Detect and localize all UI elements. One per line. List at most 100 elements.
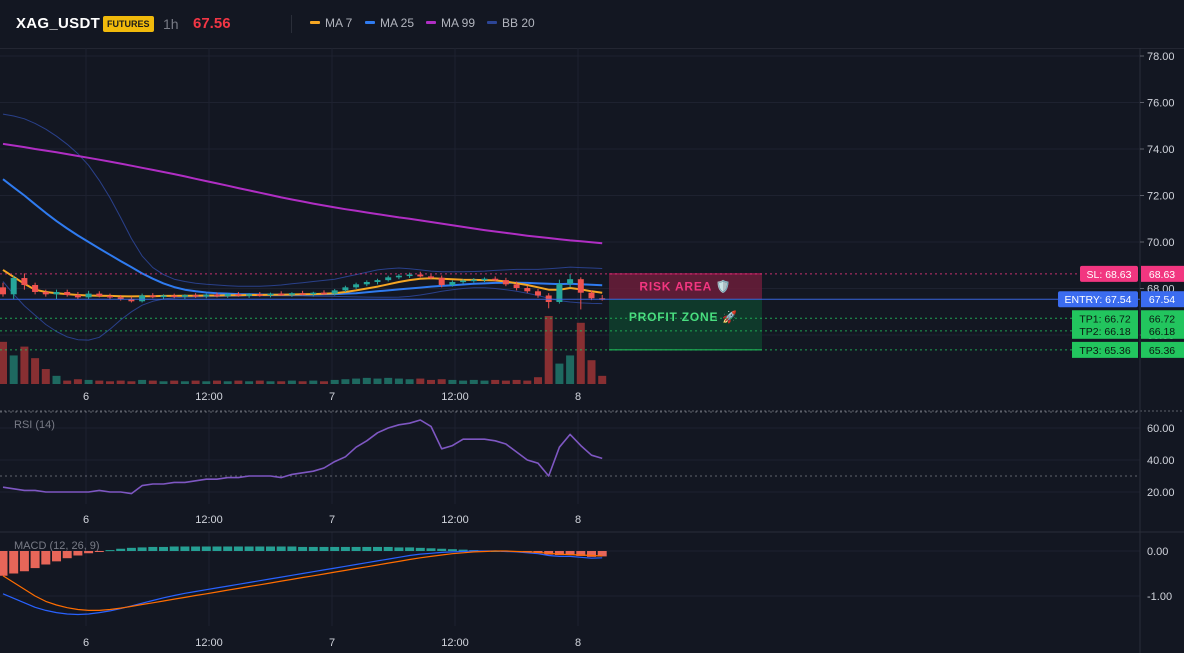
candle-body [492, 278, 499, 281]
candle [32, 282, 39, 295]
macd-histogram-bar [148, 546, 158, 551]
macd-histogram-bar [319, 546, 329, 551]
macd-histogram-bar [191, 546, 201, 551]
macd-histogram-bar [137, 547, 147, 551]
time-axis-label: 8 [575, 391, 581, 403]
volume-bar [202, 381, 211, 384]
time-axis-label: 6 [83, 391, 89, 403]
candle-body [577, 279, 584, 293]
macd-histogram-bar [330, 546, 340, 551]
volume-bar [491, 379, 500, 384]
time-axis-label: 12:00 [441, 514, 469, 526]
candle-body [278, 293, 285, 296]
volume-bar [0, 341, 7, 384]
volume-bar [138, 379, 147, 384]
volume-bar [566, 355, 575, 384]
macd-axis-tick-label: -1.00 [1147, 591, 1172, 603]
volume-bar [95, 380, 104, 384]
bb-upper-line [2, 113, 603, 287]
macd-histogram-bar [116, 548, 126, 551]
volume-bar [437, 379, 446, 384]
candle-body [438, 277, 445, 286]
volume-bar [255, 380, 264, 384]
axis-level-text: 67.54 [1149, 294, 1175, 306]
volume-bar [469, 379, 478, 384]
volume-bar [373, 378, 382, 384]
volume-bar [416, 378, 425, 384]
candle-body [524, 288, 531, 292]
candle [577, 277, 584, 310]
time-axis-label: 12:00 [195, 391, 223, 403]
chart-canvas[interactable]: RISK AREA 🛡️ PROFIT ZONE 🚀 78.00 76.00 74.00… [0, 0, 1184, 653]
candle-body [139, 295, 146, 302]
candle [21, 273, 28, 290]
candle [74, 291, 81, 299]
candle-body [160, 295, 167, 298]
macd-histogram-bar [362, 546, 372, 551]
volume-bar [234, 380, 243, 384]
volume-bar [191, 380, 200, 384]
risk-area-label: RISK AREA 🛡️ [639, 280, 731, 294]
candle-body [224, 294, 231, 296]
candle-body [256, 294, 263, 296]
macd-histogram-bar [201, 546, 211, 551]
macd-histogram-bar [383, 546, 393, 551]
volume-bar [480, 380, 489, 384]
volume-bar [427, 379, 435, 384]
volume-bar [534, 377, 542, 384]
volume-bar [320, 381, 328, 384]
candle [385, 275, 392, 282]
candle-body [246, 294, 253, 296]
volume-bar [31, 358, 40, 384]
time-axis-label: 7 [329, 391, 335, 403]
candle [502, 277, 509, 287]
level-label-text: ENTRY: 67.54 [1065, 294, 1132, 306]
rsi-axis-tick-label: 60.00 [1147, 423, 1175, 435]
macd-histogram-bar [159, 546, 168, 551]
volume-bar [523, 380, 532, 384]
level-label-text: TP3: 65.36 [1079, 345, 1131, 357]
macd-histogram-bar [233, 546, 243, 551]
grid-lines [0, 48, 1184, 653]
time-axis-label: 12:00 [441, 391, 469, 403]
price-pane: RISK AREA 🛡️ PROFIT ZONE 🚀 [0, 113, 1140, 384]
candle-body [513, 284, 520, 289]
volume-bar [448, 379, 457, 384]
macd-histogram-bar [126, 547, 136, 551]
volume-bar [213, 380, 221, 384]
macd-histogram-bar [9, 551, 19, 574]
macd-histogram-bar [426, 548, 436, 551]
macd-histogram-bar [30, 551, 40, 569]
volume-bar [127, 381, 136, 384]
candle-body [460, 280, 467, 283]
volume-bar [459, 380, 468, 384]
macd-axis-tick-label: 0.00 [1147, 546, 1168, 558]
macd-histogram-bar [244, 546, 254, 551]
candle-body [299, 293, 306, 295]
macd-histogram-bar [94, 551, 104, 552]
candle-body [449, 281, 456, 286]
volume-bar [394, 378, 403, 384]
candle-body [64, 291, 71, 296]
volume-bar [362, 377, 371, 384]
candle-body [235, 294, 242, 296]
candle [53, 289, 60, 299]
ma25-line [2, 178, 603, 296]
axis-level-text: 66.18 [1149, 326, 1175, 338]
candle [524, 285, 531, 294]
candle-body [53, 291, 60, 295]
volume-bar [116, 380, 125, 384]
volume-bar [223, 381, 232, 384]
candle [470, 278, 477, 283]
candle-body [10, 278, 17, 295]
candle-body [470, 279, 477, 282]
candle [417, 271, 424, 278]
candle-body [21, 278, 28, 286]
candle-body [374, 280, 381, 282]
candle-body [428, 276, 434, 278]
candle-body [107, 295, 113, 298]
macd-histogram-bar [73, 551, 83, 556]
candle-body [385, 277, 392, 281]
price-axis-tick-label: 70.00 [1147, 237, 1175, 249]
macd-histogram-bar [84, 551, 94, 554]
